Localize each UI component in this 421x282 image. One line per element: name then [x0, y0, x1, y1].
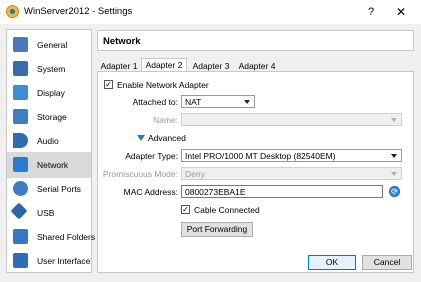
sidebar-item-general[interactable]: General	[7, 32, 91, 58]
chevron-down-icon	[391, 118, 397, 122]
general-icon	[13, 37, 28, 52]
tab-adapter-2[interactable]: Adapter 2	[141, 58, 187, 72]
section-header: Network	[97, 30, 414, 51]
system-icon	[13, 61, 28, 76]
chevron-down-icon	[391, 154, 397, 158]
mac-address-field[interactable]: 0800273EBA1E	[181, 185, 383, 198]
help-button[interactable]: ?	[363, 4, 379, 20]
sidebar-item-label: Shared Folders	[37, 232, 96, 242]
user-interface-icon	[13, 253, 28, 268]
chevron-down-icon	[244, 100, 250, 104]
audio-icon	[13, 133, 28, 148]
sidebar-item-label: Storage	[37, 112, 67, 122]
sidebar-item-audio[interactable]: Audio	[7, 128, 91, 154]
ok-button[interactable]: OK	[308, 255, 356, 270]
display-icon	[13, 85, 28, 100]
sidebar-item-label: Display	[37, 88, 65, 98]
sidebar-item-label: User Interface	[37, 256, 91, 266]
network-icon	[13, 157, 28, 172]
sidebar-item-display[interactable]: Display	[7, 80, 91, 106]
adapter-type-select[interactable]: Intel PRO/1000 MT Desktop (82540EM)	[181, 149, 402, 162]
serial-port-icon	[13, 181, 28, 196]
shared-folder-icon	[13, 229, 28, 244]
sidebar-item-label: USB	[37, 208, 55, 218]
refresh-mac-icon[interactable]: ⟳	[389, 186, 400, 197]
promiscuous-mode-label: Promiscuous Mode:	[102, 169, 178, 179]
sidebar-item-user-interface[interactable]: User Interface	[7, 248, 91, 274]
sidebar-item-label: System	[37, 64, 66, 74]
sidebar-item-usb[interactable]: USB	[7, 200, 91, 226]
attached-to-value: NAT	[185, 97, 202, 107]
sidebar-item-shared-folders[interactable]: Shared Folders	[7, 224, 95, 250]
port-forwarding-button[interactable]: Port Forwarding	[181, 222, 253, 237]
title-bar: WinServer2012 - Settings ? ✕	[0, 0, 421, 24]
mac-address-value: 0800273EBA1E	[185, 187, 246, 197]
sidebar-item-label: Network	[37, 160, 69, 170]
name-label: Name:	[152, 115, 178, 125]
storage-icon	[13, 109, 28, 124]
enable-adapter-checkbox[interactable]: ✓	[104, 80, 113, 89]
cancel-button[interactable]: Cancel	[362, 255, 412, 270]
enable-adapter-label: Enable Network Adapter	[117, 80, 209, 90]
adapter-type-label: Adapter Type:	[125, 151, 178, 161]
close-button[interactable]: ✕	[393, 4, 409, 20]
mac-address-label: MAC Address:	[123, 187, 178, 197]
settings-sidebar: General System Display Storage Audio Net…	[6, 29, 95, 274]
advanced-toggle[interactable]: Advanced	[148, 133, 186, 143]
attached-to-select[interactable]: NAT	[181, 95, 255, 108]
promiscuous-mode-select[interactable]: Deny	[181, 167, 402, 180]
promiscuous-mode-value: Deny	[185, 169, 205, 179]
usb-icon	[10, 202, 28, 220]
virtualbox-app-icon	[6, 5, 19, 18]
advanced-expand-icon[interactable]	[137, 135, 145, 141]
sidebar-item-system[interactable]: System	[7, 56, 91, 82]
sidebar-item-label: Serial Ports	[37, 184, 81, 194]
cable-connected-label: Cable Connected	[194, 205, 260, 215]
dialog-body: General System Display Storage Audio Net…	[0, 24, 421, 282]
sidebar-item-storage[interactable]: Storage	[7, 104, 91, 130]
window-title: WinServer2012 - Settings	[24, 6, 133, 17]
adapter-type-value: Intel PRO/1000 MT Desktop (82540EM)	[185, 151, 336, 161]
sidebar-item-label: Audio	[37, 136, 59, 146]
sidebar-item-serial-ports[interactable]: Serial Ports	[7, 176, 91, 202]
sidebar-item-network[interactable]: Network	[7, 152, 91, 178]
sidebar-item-label: General	[37, 40, 68, 50]
name-select[interactable]	[181, 113, 402, 126]
cable-connected-checkbox[interactable]: ✓	[181, 205, 190, 214]
section-title: Network	[103, 36, 141, 47]
chevron-down-icon	[391, 172, 397, 176]
attached-to-label: Attached to:	[132, 97, 178, 107]
adapter-pane: ✓ Enable Network Adapter Attached to: NA…	[97, 71, 414, 273]
